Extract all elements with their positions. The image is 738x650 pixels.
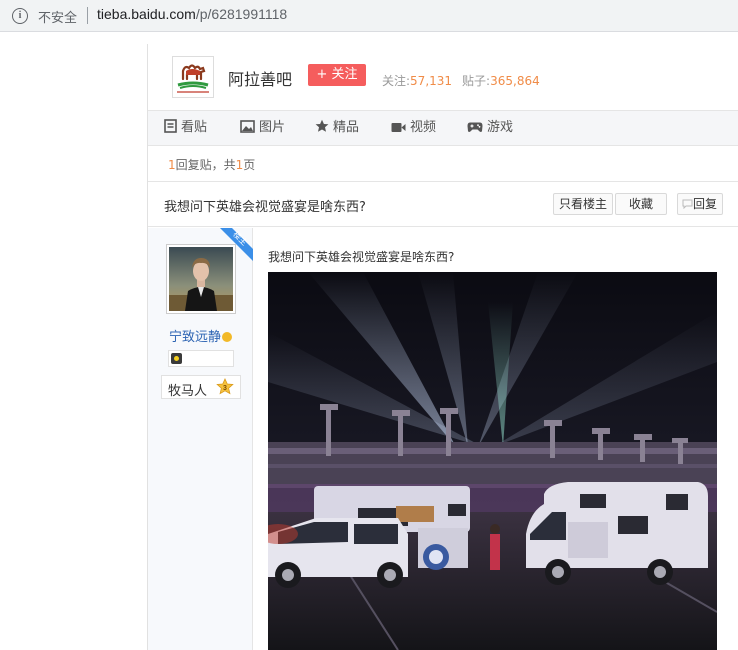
avatar[interactable] bbox=[166, 244, 236, 314]
thread-page: 阿拉善吧 + 关注 关注:57,131 贴子:365,864 看贴 图片 精品 视… bbox=[147, 44, 738, 650]
post-content: 我想问下英雄会视觉盛宴是啥东西? bbox=[268, 248, 454, 265]
only-op-button[interactable]: 只看楼主 bbox=[553, 193, 614, 215]
username: 宁致远静 bbox=[168, 330, 221, 345]
nav-label: 图片 bbox=[259, 120, 286, 135]
security-label[interactable]: 不安全 bbox=[38, 7, 77, 26]
vip-badge-icon bbox=[222, 332, 232, 342]
level-icon bbox=[171, 353, 182, 364]
post-count: 365,864 bbox=[490, 74, 540, 88]
forum-name[interactable]: 阿拉善吧 bbox=[228, 66, 292, 90]
nav-label: 看贴 bbox=[181, 120, 208, 135]
user-title-badge[interactable]: 牧马人 3 bbox=[161, 375, 241, 399]
username-link[interactable]: 宁致远静 bbox=[148, 326, 253, 345]
gamepad-icon bbox=[467, 122, 483, 132]
nav-item-images[interactable]: 图片 bbox=[240, 111, 285, 145]
favorite-button[interactable]: 收藏 bbox=[615, 193, 667, 215]
address-separator bbox=[87, 7, 88, 24]
user-avatar-image bbox=[169, 247, 233, 311]
camel-logo-icon bbox=[173, 57, 213, 97]
thread-title-bar: 我想问下英雄会视觉盛宴是啥东西? 只看楼主 收藏 回复 bbox=[148, 181, 738, 227]
reply-num: 1 bbox=[168, 158, 176, 172]
sun-icon bbox=[174, 356, 179, 361]
url-text[interactable]: tieba.baidu.com/p/6281991118 bbox=[97, 6, 287, 22]
url-host: tieba.baidu.com bbox=[97, 6, 196, 22]
video-icon bbox=[391, 123, 406, 132]
nav-label: 游戏 bbox=[487, 120, 514, 135]
reply-count: 1回复贴，共1页 bbox=[168, 156, 255, 173]
follow-button[interactable]: + 关注 bbox=[308, 64, 366, 86]
nav-label: 精品 bbox=[333, 120, 360, 135]
nav-label: 视频 bbox=[410, 120, 437, 135]
document-icon bbox=[164, 119, 177, 133]
comment-icon bbox=[682, 199, 693, 210]
forum-header: 阿拉善吧 + 关注 关注:57,131 贴子:365,864 bbox=[148, 44, 738, 110]
post-author-panel: 楼主 宁致远静 牧马人 3 bbox=[148, 228, 253, 650]
reply-text: 回复贴，共 bbox=[175, 158, 236, 172]
info-icon[interactable]: i bbox=[12, 8, 28, 24]
forum-nav: 看贴 图片 精品 视频 游戏 bbox=[148, 110, 738, 146]
address-bar[interactable]: i 不安全 tieba.baidu.com/p/6281991118 bbox=[0, 0, 738, 32]
forum-logo[interactable] bbox=[172, 56, 214, 98]
post-text: 我想问下英雄会视觉盛宴是啥东西? bbox=[268, 250, 455, 264]
reply-button[interactable]: 回复 bbox=[677, 193, 724, 215]
user-title: 牧马人 bbox=[168, 384, 208, 399]
nav-item-games[interactable]: 游戏 bbox=[467, 111, 513, 145]
star-icon bbox=[315, 119, 329, 132]
forum-stats: 关注:57,131 贴子:365,864 bbox=[382, 72, 540, 89]
follow-count-label: 关注: bbox=[382, 74, 411, 88]
image-icon bbox=[240, 120, 255, 133]
nav-item-video[interactable]: 视频 bbox=[391, 111, 436, 145]
user-level: 3 bbox=[223, 385, 227, 392]
post-count-label: 贴子: bbox=[462, 74, 491, 88]
reply-label: 回复 bbox=[693, 197, 718, 211]
nav-item-posts[interactable]: 看贴 bbox=[164, 111, 207, 145]
thread-title: 我想问下英雄会视觉盛宴是啥东西? bbox=[164, 200, 366, 215]
rv-night-photo bbox=[268, 272, 717, 650]
page-text: 页 bbox=[243, 158, 256, 172]
level-box bbox=[168, 350, 234, 367]
nav-item-featured[interactable]: 精品 bbox=[315, 111, 359, 145]
level-star-icon: 3 bbox=[216, 378, 234, 395]
url-path: /p/6281991118 bbox=[195, 6, 288, 22]
follow-count: 57,131 bbox=[410, 74, 453, 88]
post-image[interactable] bbox=[268, 272, 717, 650]
